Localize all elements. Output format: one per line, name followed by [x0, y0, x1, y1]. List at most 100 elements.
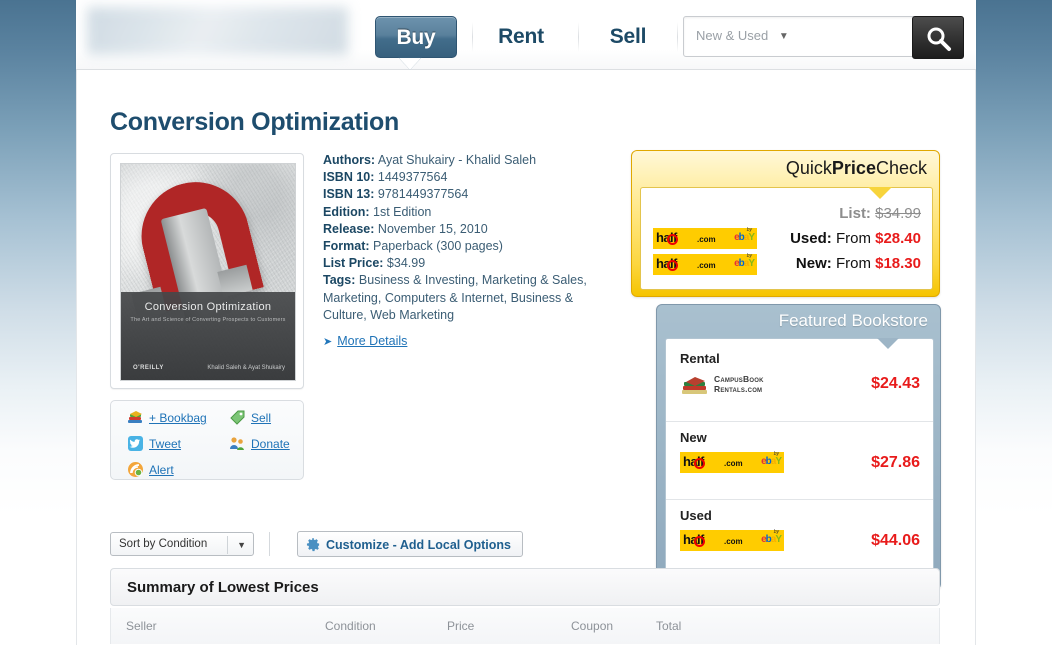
action-tweet-label[interactable]: Tweet — [149, 437, 181, 451]
action-sell-label[interactable]: Sell — [251, 411, 271, 425]
featured-row-new[interactable]: New half .com by ebaY $27.86 — [666, 421, 933, 499]
meta-value: Business & Investing, Marketing & Sales,… — [323, 273, 587, 322]
meta-label: Authors: — [323, 153, 376, 167]
featured-row-used[interactable]: Used half .com by ebaY $44.06 — [666, 499, 933, 577]
meta-label: List Price: — [323, 256, 384, 271]
meta-value: $34.99 — [386, 256, 426, 271]
tab-sell[interactable]: Sell — [586, 16, 670, 58]
action-tweet[interactable]: Tweet — [128, 436, 181, 451]
book-cover-container[interactable]: Conversion Optimization The Art and Scie… — [110, 153, 304, 389]
half-logo-circle — [693, 535, 705, 547]
column-header-seller[interactable]: Seller — [126, 619, 157, 633]
main-content: Conversion Optimization Conversion Optim… — [76, 70, 976, 645]
ebay-logo: ebaY — [761, 456, 782, 467]
customize-button[interactable]: Customize - Add Local Options — [297, 531, 523, 557]
featured-bookstore-title: Featured Bookstore — [778, 311, 928, 330]
book-metadata: Authors: Ayat Shukairy - Khalid Saleh IS… — [323, 152, 613, 324]
alert-icon — [127, 461, 144, 478]
featured-row-price[interactable]: $27.86 — [871, 454, 920, 472]
featured-row-label: Rental — [680, 351, 720, 366]
active-tab-pointer-inner — [399, 58, 421, 70]
meta-value: November 15, 2010 — [377, 221, 488, 236]
tab-rent[interactable]: Rent — [478, 16, 564, 58]
action-alert[interactable]: Alert — [128, 462, 174, 477]
qpc-new-price[interactable]: $18.30 — [875, 255, 921, 272]
half-com-logo[interactable]: half .com by ebaY — [680, 529, 784, 551]
campusbookrentals-logo[interactable]: CampusBook Rentals.com — [680, 373, 800, 399]
chevron-down-icon: ▼ — [778, 31, 789, 42]
quick-price-check-body: half .com by ebaY half .com by ebaY List… — [640, 187, 933, 290]
site-header: Buy Rent Sell New & Used ▼ — [76, 0, 976, 70]
cbr-line1: CampusBook — [714, 374, 764, 384]
meta-value: 9781449377564 — [377, 187, 469, 202]
sell-tag-icon — [229, 409, 246, 426]
action-donate[interactable]: Donate — [230, 437, 290, 451]
search-button[interactable] — [912, 16, 964, 59]
ebay-logo: ebaY — [761, 534, 782, 545]
gear-icon — [306, 537, 320, 552]
qpc-row-used: Used: From $28.40 — [790, 230, 921, 247]
more-details-link[interactable]: ➤ More Details — [323, 334, 407, 348]
arrow-right-icon: ➤ — [323, 336, 333, 348]
column-header-total[interactable]: Total — [656, 619, 681, 633]
qpc-used-price[interactable]: $28.40 — [875, 230, 921, 247]
search-category-label: New & Used — [696, 28, 769, 43]
qpc-pointer — [868, 187, 892, 199]
half-logo-com: .com — [697, 261, 716, 270]
action-sell[interactable]: Sell — [230, 410, 271, 425]
qpc-row-list: List: $34.99 — [839, 205, 921, 222]
meta-value: 1st Edition — [373, 204, 432, 219]
qpc-used-qualifier: From — [835, 230, 871, 247]
tab-buy[interactable]: Buy — [375, 16, 457, 58]
meta-edition: Edition: 1st Edition — [323, 204, 613, 221]
half-com-logo[interactable]: half .com by ebaY — [680, 451, 784, 473]
meta-label: Tags: — [323, 273, 356, 288]
column-header-condition[interactable]: Condition — [325, 619, 376, 633]
cover-authors-text: Khalid Saleh & Ayat Shukairy — [207, 365, 285, 371]
half-logo-circle — [693, 457, 705, 469]
featured-row-label: Used — [680, 508, 712, 523]
meta-label: Format: — [323, 239, 370, 254]
sort-dropdown[interactable]: Sort by Condition ▼ — [110, 532, 254, 556]
action-donate-label[interactable]: Donate — [251, 437, 290, 451]
meta-authors: Authors: Ayat Shukairy - Khalid Saleh — [323, 152, 613, 169]
action-bookbag[interactable]: + Bookbag — [128, 411, 207, 425]
cover-subtitle-text: The Art and Science of Converting Prospe… — [130, 317, 286, 323]
qpc-title-part2: Price — [831, 158, 876, 178]
featured-row-price[interactable]: $44.06 — [871, 532, 920, 550]
meta-tags: Tags: Business & Investing, Marketing & … — [323, 272, 613, 324]
half-com-logo[interactable]: half .com by ebaY — [653, 227, 757, 249]
meta-isbn10: ISBN 10: 1449377564 — [323, 169, 613, 186]
meta-value: 1449377564 — [377, 170, 448, 185]
more-details-label[interactable]: More Details — [337, 334, 407, 348]
site-logo[interactable] — [87, 7, 348, 55]
action-bookbag-label[interactable]: + Bookbag — [149, 411, 207, 425]
half-logo-com: .com — [724, 537, 743, 546]
action-alert-label[interactable]: Alert — [149, 463, 174, 477]
featured-bookstore-panel: Featured Bookstore Rental CampusBook Ren… — [656, 304, 941, 590]
column-header-price[interactable]: Price — [447, 619, 474, 633]
half-com-logo[interactable]: half .com by ebaY — [653, 253, 757, 275]
search-category-select[interactable]: New & Used ▼ — [696, 28, 789, 43]
book-actions-panel: + Bookbag Tweet Alert Sell Donate — [110, 400, 304, 480]
tab-divider — [578, 22, 579, 52]
meta-value: Paperback (300 pages) — [373, 239, 503, 254]
qpc-used-label: Used: — [790, 230, 832, 247]
toolbar-divider — [269, 532, 270, 556]
meta-release: Release: November 15, 2010 — [323, 221, 613, 238]
featured-row-price[interactable]: $24.43 — [871, 375, 920, 393]
page-container: Buy Rent Sell New & Used ▼ Conversion Op… — [76, 0, 976, 645]
chevron-down-icon: ▼ — [237, 540, 246, 550]
sort-dropdown-label: Sort by Condition — [119, 538, 208, 550]
featured-row-rental[interactable]: Rental CampusBook Rentals.com $24.43 — [666, 343, 933, 421]
qpc-row-new: New: From $18.30 — [796, 255, 921, 272]
column-header-coupon[interactable]: Coupon — [571, 619, 613, 633]
meta-isbn13: ISBN 13: 9781449377564 — [323, 186, 613, 203]
search-icon — [927, 27, 951, 51]
search-box[interactable]: New & Used ▼ — [683, 16, 964, 59]
page-title: Conversion Optimization — [110, 108, 399, 136]
half-logo-circle — [666, 259, 678, 271]
half-logo-com: .com — [724, 459, 743, 468]
sort-dropdown-divider — [227, 536, 228, 554]
featured-row-label: New — [680, 430, 707, 445]
